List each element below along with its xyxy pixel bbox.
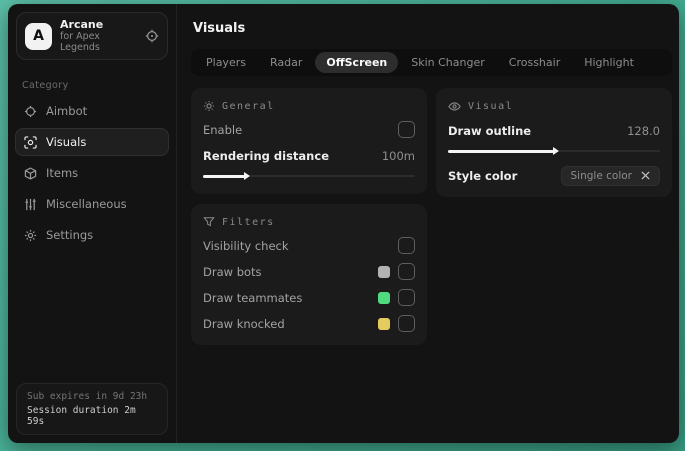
sidebar-nav: Aimbot Visuals Items Miscellaneous Setti…	[15, 97, 169, 249]
tab-radar[interactable]: Radar	[259, 52, 313, 73]
style-color-row: Style color Single color	[448, 165, 660, 186]
enable-checkbox[interactable]	[398, 121, 415, 138]
close-icon[interactable]	[641, 171, 650, 180]
enable-label: Enable	[203, 122, 243, 137]
tab-highlight[interactable]: Highlight	[573, 52, 645, 73]
rendering-distance-label: Rendering distance	[203, 148, 329, 163]
session-card: Sub expires in 9d 23h Session duration 2…	[16, 383, 168, 435]
scan-icon	[24, 136, 37, 149]
sidebar-item-visuals[interactable]: Visuals	[15, 128, 169, 157]
sidebar-item-settings[interactable]: Settings	[15, 221, 169, 249]
style-color-label: Style color	[448, 168, 518, 183]
funnel-icon	[203, 216, 215, 228]
enable-row: Enable	[203, 119, 415, 140]
main-area: Visuals Players Radar OffScreen Skin Cha…	[177, 4, 679, 443]
desktop-background: A Arcane for Apex Legends Category Aimbo…	[0, 0, 685, 451]
sidebar-item-label: Settings	[46, 228, 94, 243]
style-color-select[interactable]: Single color	[560, 165, 660, 186]
panel-title: Visual	[468, 101, 514, 112]
sidebar-item-label: Aimbot	[46, 104, 88, 119]
tab-skin-changer[interactable]: Skin Changer	[400, 52, 496, 73]
general-panel: General Enable Rendering distance 100m	[191, 88, 427, 194]
app-window: A Arcane for Apex Legends Category Aimbo…	[8, 4, 679, 443]
sidebar-item-aimbot[interactable]: Aimbot	[15, 97, 169, 125]
filters-panel: Filters Visibility check Draw bots Draw …	[191, 204, 427, 345]
rendering-distance-slider[interactable]	[203, 171, 415, 181]
draw-knocked-color-swatch[interactable]	[378, 317, 390, 330]
style-color-selected-value: Single color	[570, 169, 632, 182]
draw-outline-slider[interactable]	[448, 146, 660, 156]
target-icon[interactable]	[145, 29, 159, 43]
draw-knocked-row: Draw knocked	[203, 313, 415, 334]
rendering-distance-value: 100m	[381, 148, 415, 163]
brand-card: A Arcane for Apex Legends	[16, 12, 168, 61]
sidebar-item-label: Visuals	[46, 135, 87, 150]
panel-title: Filters	[222, 216, 275, 228]
sun-icon	[203, 100, 215, 112]
brand-subtitle: for Apex Legends	[60, 30, 100, 53]
draw-outline-value: 128.0	[627, 123, 660, 138]
visual-panel: Visual Draw outline 128.0 Style color Si…	[436, 88, 672, 197]
tab-players[interactable]: Players	[195, 52, 257, 73]
brand-name: Arcane	[60, 18, 104, 31]
draw-teammates-checkbox[interactable]	[398, 289, 415, 306]
tab-crosshair[interactable]: Crosshair	[498, 52, 571, 73]
panel-title: General	[222, 100, 275, 112]
tab-bar: Players Radar OffScreen Skin Changer Cro…	[191, 49, 672, 76]
visibility-check-checkbox[interactable]	[398, 237, 415, 254]
box-icon	[24, 167, 37, 180]
session-duration-text: Session duration 2m 59s	[27, 405, 136, 427]
draw-teammates-row: Draw teammates	[203, 287, 415, 308]
draw-bots-color-swatch[interactable]	[378, 265, 390, 278]
tab-offscreen[interactable]: OffScreen	[315, 52, 399, 73]
eye-icon	[448, 100, 461, 113]
rendering-distance-row: Rendering distance 100m	[203, 145, 415, 166]
draw-bots-row: Draw bots	[203, 261, 415, 282]
sidebar-item-label: Miscellaneous	[46, 197, 127, 212]
sliders-icon	[24, 198, 37, 211]
brand-logo: A	[25, 22, 52, 50]
sidebar-item-items[interactable]: Items	[15, 159, 169, 187]
visibility-check-row: Visibility check	[203, 235, 415, 256]
draw-outline-row: Draw outline 128.0	[448, 120, 660, 141]
sidebar-item-miscellaneous[interactable]: Miscellaneous	[15, 190, 169, 218]
category-label: Category	[22, 80, 69, 92]
sub-expires-text: Sub expires in 9d 23h	[27, 391, 148, 402]
draw-bots-checkbox[interactable]	[398, 263, 415, 280]
crosshair-icon	[24, 105, 37, 118]
page-title: Visuals	[193, 21, 246, 36]
draw-outline-label: Draw outline	[448, 123, 532, 138]
sidebar-item-label: Items	[46, 166, 79, 181]
draw-teammates-color-swatch[interactable]	[378, 291, 390, 304]
gear-icon	[24, 229, 37, 242]
sidebar: A Arcane for Apex Legends Category Aimbo…	[8, 4, 177, 443]
draw-knocked-checkbox[interactable]	[398, 315, 415, 332]
